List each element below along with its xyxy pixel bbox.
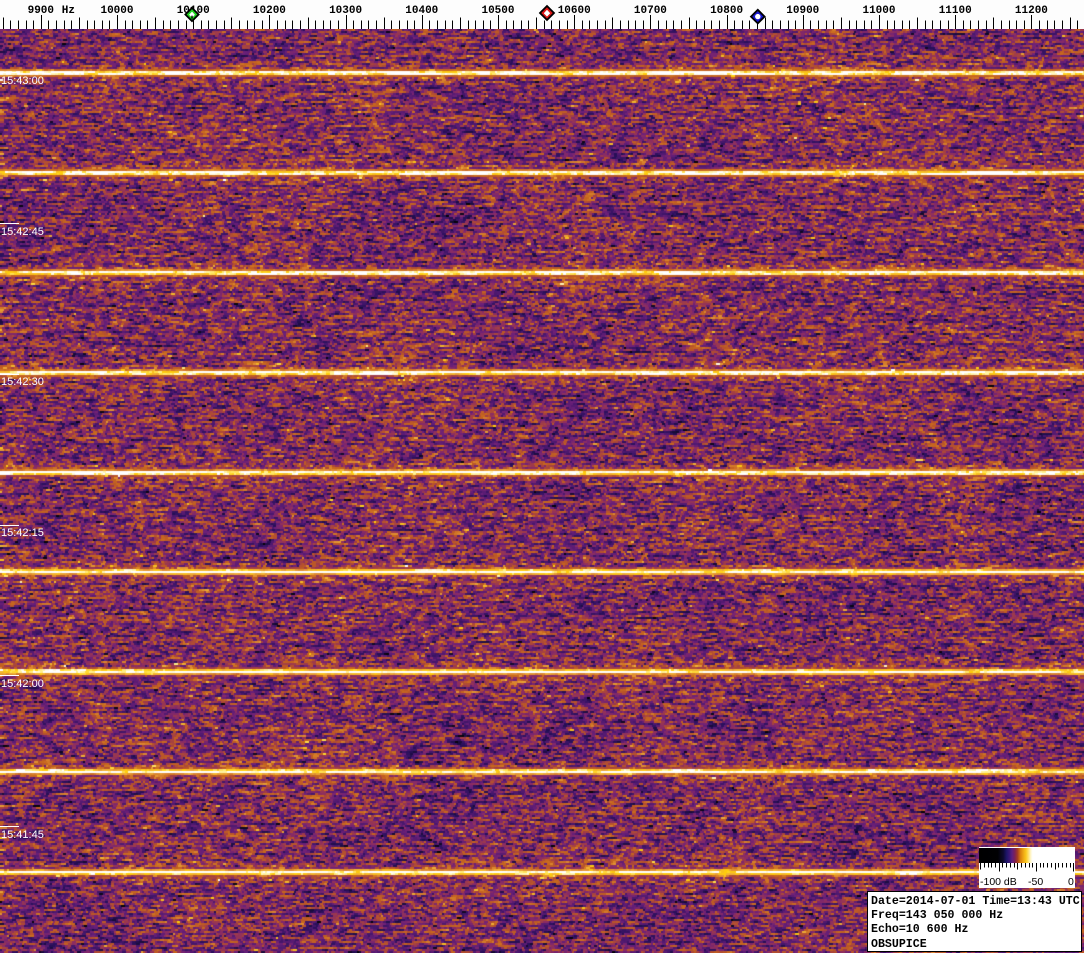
svg-text:10900: 10900: [786, 5, 819, 17]
svg-text:Hz: Hz: [62, 5, 75, 17]
svg-text:10200: 10200: [253, 5, 286, 17]
svg-text:10700: 10700: [634, 5, 667, 17]
svg-text:11200: 11200: [1015, 5, 1048, 17]
svg-text:11100: 11100: [939, 5, 972, 17]
svg-text:11000: 11000: [862, 5, 895, 17]
svg-text:10500: 10500: [481, 5, 514, 17]
svg-text:10000: 10000: [100, 5, 133, 17]
svg-text:10400: 10400: [405, 5, 438, 17]
svg-text:10800: 10800: [710, 5, 743, 17]
svg-text:9900: 9900: [28, 5, 54, 17]
svg-text:10300: 10300: [329, 5, 362, 17]
svg-text:10600: 10600: [558, 5, 591, 17]
